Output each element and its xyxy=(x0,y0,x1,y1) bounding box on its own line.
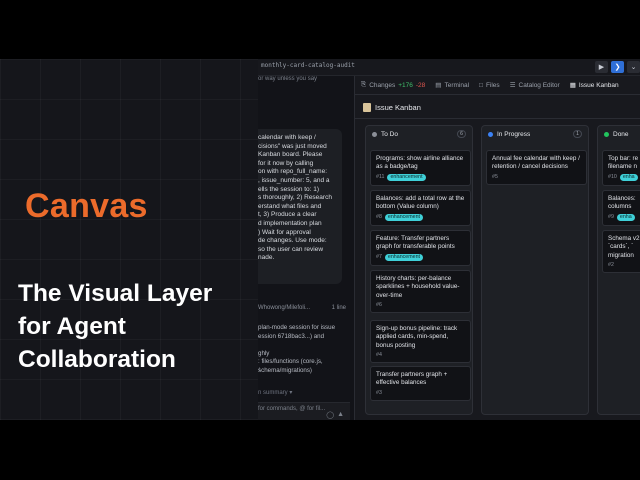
status-dot xyxy=(604,131,609,137)
card-title: Balances: add a total row at the bottom … xyxy=(376,195,465,211)
card-number: #3 xyxy=(376,389,382,396)
play-icon[interactable]: ▶ xyxy=(595,61,608,73)
chat-panel: or way unless you say calendar with keep… xyxy=(258,76,354,420)
card-tag: enhancement xyxy=(387,173,426,181)
attach-icon[interactable]: ◯ xyxy=(326,411,334,419)
column-title: Done xyxy=(613,130,629,138)
card-number: #5 xyxy=(492,173,498,180)
hero-subtitle-line: for Agent xyxy=(18,313,126,340)
tab-changes-label: Changes xyxy=(369,81,396,89)
tab-terminal-label: Terminal xyxy=(444,81,470,89)
screen-frame: ▶ ❯ ⌄ monthly-card-catalog-audit or way … xyxy=(0,59,640,420)
status-dot xyxy=(488,131,493,137)
column-header: To Do 6 xyxy=(366,126,472,142)
kanban-card[interactable]: Sign-up bonus pipeline: track applied ca… xyxy=(370,320,471,364)
hero-subtitle-line: Collaboration xyxy=(18,346,176,373)
send-icon[interactable]: ▲ xyxy=(337,411,344,419)
card-title: Balances: columns xyxy=(608,195,636,211)
card-tag: enha xyxy=(619,173,638,181)
card-tag: enhancement xyxy=(384,253,424,261)
hero-subtitle: The Visual Layer for Agent Collaboration xyxy=(18,277,268,376)
changes-icon: ⎘ xyxy=(361,81,367,88)
card-title: Feature: Transfer partners graph for tra… xyxy=(376,235,455,251)
chat-summary-toggle[interactable]: n summary ▾ xyxy=(258,389,292,396)
kanban-card[interactable]: Balances: columns #9 enha xyxy=(602,190,640,226)
card-number: #6 xyxy=(376,302,382,309)
vscode-icon[interactable]: ❯ xyxy=(611,61,624,73)
right-panel: ⎘ Changes +176 -28 ▤ Terminal □ Files ☰ … xyxy=(354,76,640,420)
repo-name: monthly-card-catalog-audit xyxy=(261,62,355,69)
chat-message-bubble: calendar with keep / cisions" was just m… xyxy=(258,129,342,284)
tab-files-label: Files xyxy=(485,81,500,89)
tab-catalog-editor[interactable]: ☰ Catalog Editor xyxy=(509,81,560,90)
card-title: Programs: show airline alliance as a bad… xyxy=(376,155,464,171)
column-title: In Progress xyxy=(497,130,531,138)
kanban-icon: ▦ xyxy=(569,82,576,89)
card-number: #7 xyxy=(376,254,382,261)
card-number: #11 xyxy=(376,174,385,181)
kanban-column-done: Done Top bar: re filename n #10 enha Bala… xyxy=(597,125,640,415)
card-title: Annual fee calendar with keep / retentio… xyxy=(492,155,580,171)
card-title: Transfer partners graph + effective bala… xyxy=(376,371,448,387)
files-icon: □ xyxy=(479,81,483,89)
kanban-header: Issue Kanban xyxy=(363,103,421,112)
hero-subtitle-line: The Visual Layer xyxy=(18,280,213,307)
chat-input[interactable]: for commands, @ for fil... ◯ ▲ xyxy=(258,402,350,420)
chat-cut-line: or way unless you say xyxy=(258,76,318,82)
kanban-card[interactable]: Schema v2 `cards`, ` migration #2 xyxy=(602,230,640,274)
tab-terminal[interactable]: ▤ Terminal xyxy=(435,81,470,90)
chat-message-text: calendar with keep / cisions" was just m… xyxy=(258,134,332,262)
column-count: 6 xyxy=(457,130,466,138)
tab-changes[interactable]: ⎘ Changes +176 -28 xyxy=(361,81,425,89)
clipboard-icon xyxy=(363,103,371,112)
card-title: Top bar: re filename n xyxy=(608,155,639,171)
kanban-column-todo: To Do 6 Programs: show airline alliance … xyxy=(365,125,473,415)
chat-input-placeholder: for commands, @ for fil... xyxy=(258,406,326,412)
card-number: #4 xyxy=(376,352,382,359)
kanban-card[interactable]: Balances: add a total row at the bottom … xyxy=(370,190,471,226)
divider xyxy=(355,118,640,119)
tab-changes-removed: -28 xyxy=(415,81,426,89)
tab-issue-kanban-label: Issue Kanban xyxy=(578,81,619,89)
status-dot xyxy=(372,131,377,137)
kanban-column-in-progress: In Progress 1 Annual fee calendar with k… xyxy=(481,125,589,415)
panel-tabs: ⎘ Changes +176 -28 ▤ Terminal □ Files ☰ … xyxy=(355,76,640,95)
tab-changes-added: +176 xyxy=(398,81,413,89)
tab-catalog-editor-label: Catalog Editor xyxy=(518,81,560,89)
card-number: #8 xyxy=(376,214,382,221)
hero-title: Canvas xyxy=(25,187,148,225)
column-title: To Do xyxy=(381,130,398,138)
kanban-card[interactable]: Annual fee calendar with keep / retentio… xyxy=(486,150,587,185)
kanban-title: Issue Kanban xyxy=(375,103,421,112)
chat-meta: Whowong/Milefoli... 1 line xyxy=(258,305,346,311)
card-tag: enhancement xyxy=(384,213,424,221)
kanban-card[interactable]: Programs: show airline alliance as a bad… xyxy=(370,150,471,186)
card-title: Schema v2 `cards`, ` migration xyxy=(608,235,640,259)
card-number: #2 xyxy=(608,262,614,269)
column-header: Done xyxy=(598,126,640,142)
card-title: History charts: per-balance sparklines +… xyxy=(376,275,460,299)
kanban-card[interactable]: Transfer partners graph + effective bala… xyxy=(370,366,471,401)
kanban-card[interactable]: History charts: per-balance sparklines +… xyxy=(370,270,471,314)
kanban-card[interactable]: Feature: Transfer partners graph for tra… xyxy=(370,230,471,266)
card-tag: enha xyxy=(616,213,635,221)
chevron-down-icon[interactable]: ⌄ xyxy=(627,61,640,73)
chat-meta-lines: 1 line xyxy=(331,305,346,311)
tab-files[interactable]: □ Files xyxy=(479,82,500,89)
column-count: 1 xyxy=(573,130,582,138)
kanban-card[interactable]: Top bar: re filename n #10 enha xyxy=(602,150,640,186)
tab-issue-kanban[interactable]: ▦ Issue Kanban xyxy=(569,81,619,90)
card-number: #10 xyxy=(608,174,617,181)
terminal-icon: ▤ xyxy=(435,82,442,89)
card-number: #9 xyxy=(608,214,614,221)
catalog-icon: ☰ xyxy=(509,82,516,89)
chat-response-text: plan-mode session for issue ession 6718b… xyxy=(258,324,336,374)
toolbar-icons: ▶ ❯ ⌄ xyxy=(595,61,640,73)
column-header: In Progress 1 xyxy=(482,126,588,142)
card-title: Sign-up bonus pipeline: track applied ca… xyxy=(376,325,458,349)
